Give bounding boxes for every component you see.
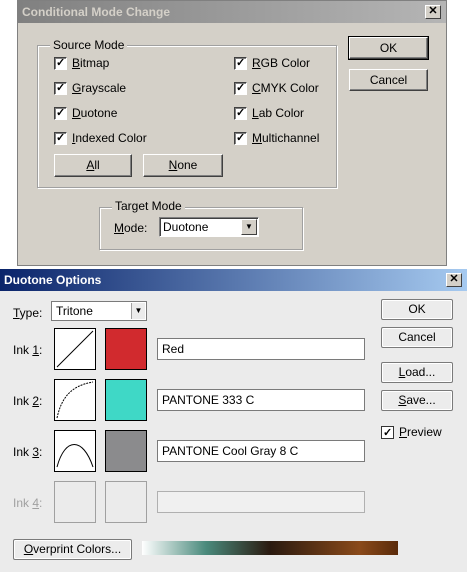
ok-button[interactable]: OK <box>348 36 429 60</box>
dialog1-close-icon[interactable]: ✕ <box>425 5 441 19</box>
mode-label: Mode: <box>114 221 148 235</box>
load-button[interactable]: Load... <box>381 362 453 383</box>
type-value: Tritone <box>56 304 93 318</box>
dialog1-title: Conditional Mode Change <box>22 5 170 19</box>
checkbox-icon[interactable] <box>234 56 247 71</box>
checkbox-duotone[interactable]: Duotone <box>54 106 147 122</box>
ink-3-curve[interactable] <box>54 430 96 472</box>
ink-3-curve-icon <box>56 444 94 468</box>
checkbox-indexed-color[interactable]: Indexed Color <box>54 131 147 147</box>
chevron-down-icon[interactable]: ▼ <box>241 219 257 235</box>
overprint-colors-button[interactable]: Overprint Colors... <box>13 539 132 560</box>
dialog2-titlebar: Duotone Options <box>0 269 467 291</box>
ink-2-curve-icon <box>56 381 94 419</box>
target-mode-label: Target Mode <box>112 199 185 213</box>
ink-3-swatch[interactable] <box>105 430 147 472</box>
checkbox-lab-color[interactable]: Lab Color <box>234 106 319 122</box>
all-button[interactable]: All <box>54 154 132 177</box>
chevron-down-icon[interactable]: ▼ <box>131 303 145 319</box>
ink-4-name-field <box>157 491 365 513</box>
checkbox-icon[interactable] <box>54 81 67 96</box>
ink-1-swatch[interactable] <box>105 328 147 370</box>
cancel-button[interactable]: Cancel <box>381 327 453 348</box>
ink-1-name-field[interactable]: Red <box>157 338 365 360</box>
ink-4-swatch <box>105 481 147 523</box>
checkbox-bitmap[interactable]: Bitmap <box>54 56 147 72</box>
checkbox-icon[interactable] <box>54 131 67 146</box>
target-mode-value: Duotone <box>163 220 209 234</box>
dialog1-titlebar: Conditional Mode Change <box>18 1 446 23</box>
type-select[interactable]: Tritone ▼ <box>51 301 147 321</box>
checkbox-icon[interactable] <box>54 56 67 71</box>
type-label: Type: <box>13 306 43 320</box>
conditional-mode-change-dialog: Conditional Mode Change ✕ Source Mode Bi… <box>17 0 447 266</box>
ok-button[interactable]: OK <box>381 299 453 320</box>
source-mode-right-column: RGB Color CMYK Color Lab Color Multichan… <box>234 56 319 147</box>
ink-2-curve[interactable] <box>54 379 96 421</box>
checkbox-icon[interactable] <box>234 81 247 96</box>
checkbox-grayscale[interactable]: Grayscale <box>54 81 147 97</box>
cancel-button[interactable]: Cancel <box>349 69 428 91</box>
ink-4-curve <box>54 481 96 523</box>
ink-2-swatch[interactable] <box>105 379 147 421</box>
checkbox-icon[interactable] <box>54 106 67 121</box>
color-gradient-bar <box>142 541 398 555</box>
ink-1-curve[interactable] <box>54 328 96 370</box>
target-mode-select[interactable]: Duotone ▼ <box>159 217 259 237</box>
source-mode-left-column: Bitmap Grayscale Duotone Indexed Color <box>54 56 147 147</box>
none-button[interactable]: None <box>143 154 223 177</box>
ink-3-name-field[interactable]: PANTONE Cool Gray 8 C <box>157 440 365 462</box>
ink-2-name-field[interactable]: PANTONE 333 C <box>157 389 365 411</box>
checkbox-multichannel[interactable]: Multichannel <box>234 131 319 147</box>
ink-1-curve-icon <box>56 330 94 368</box>
checkbox-icon[interactable] <box>381 425 394 441</box>
save-button[interactable]: Save... <box>381 390 453 411</box>
preview-checkbox[interactable]: Preview <box>381 424 442 441</box>
source-mode-label: Source Mode <box>50 38 128 52</box>
duotone-options-dialog: Duotone Options ✕ Type: Tritone ▼ Ink 1:… <box>0 268 467 572</box>
checkbox-rgb-color[interactable]: RGB Color <box>234 56 319 72</box>
checkbox-icon[interactable] <box>234 106 247 121</box>
dialog2-close-icon[interactable]: ✕ <box>446 273 462 287</box>
dialog2-title: Duotone Options <box>4 273 102 287</box>
checkbox-cmyk-color[interactable]: CMYK Color <box>234 81 319 97</box>
checkbox-icon[interactable] <box>234 131 247 146</box>
